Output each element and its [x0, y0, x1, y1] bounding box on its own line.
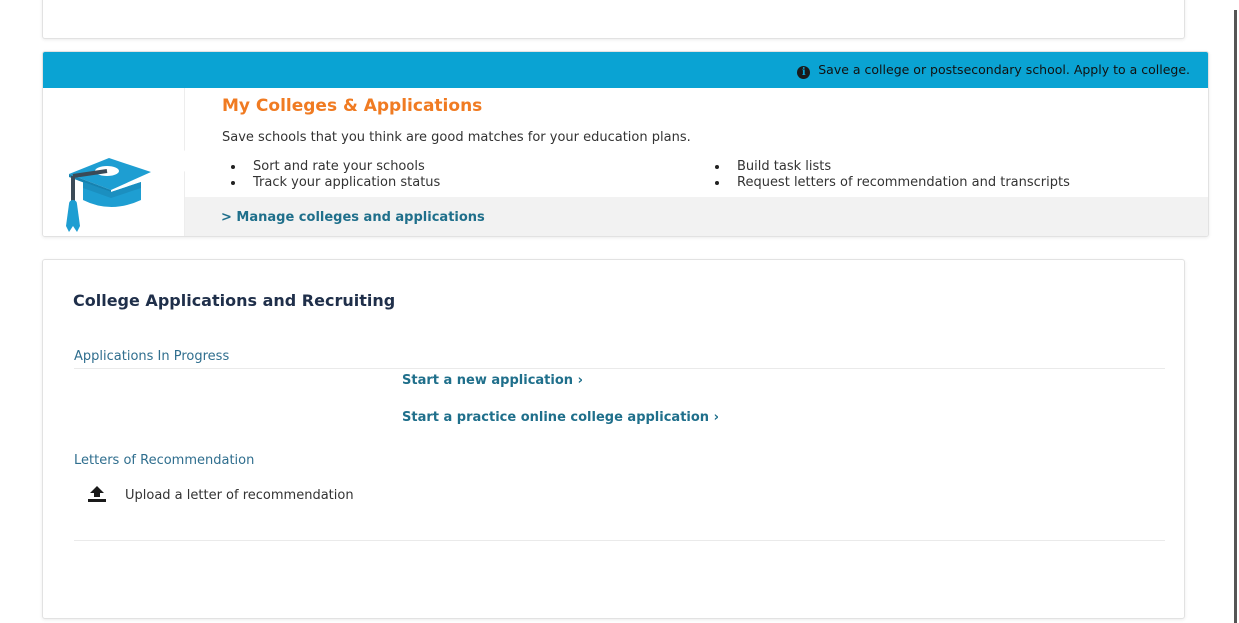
start-new-application-link[interactable]: Start a new application › [402, 373, 583, 388]
top-card [42, 0, 1185, 39]
bullet-item: Build task lists [706, 159, 1070, 175]
manage-colleges-link[interactable]: > Manage colleges and applications [221, 210, 485, 225]
feature-pointer [184, 150, 193, 172]
bullet-item: Request letters of recommendation and tr… [706, 175, 1070, 191]
applications-title: College Applications and Recruiting [73, 291, 396, 310]
feature-title: My Colleges & Applications [222, 96, 483, 116]
upload-icon [88, 486, 106, 502]
divider [74, 368, 1165, 369]
feature-icon-panel [43, 88, 184, 236]
feature-description: Save schools that you think are good mat… [222, 130, 691, 145]
feature-footer: > Manage colleges and applications [185, 197, 1208, 236]
feature-bullets-right: Build task lists Request letters of reco… [706, 159, 1070, 191]
start-practice-application-link[interactable]: Start a practice online college applicat… [402, 410, 719, 425]
graduation-cap-icon [66, 158, 151, 232]
bullet-item: Sort and rate your schools [222, 159, 440, 175]
upload-letter-text[interactable]: Upload a letter of recommendation [125, 488, 354, 503]
applications-card: College Applications and Recruiting Appl… [42, 259, 1185, 619]
feature-bullets-left: Sort and rate your schools Track your ap… [222, 159, 440, 191]
applications-in-progress-label: Applications In Progress [74, 349, 230, 364]
divider [74, 540, 1165, 541]
bullet-item: Track your application status [222, 175, 440, 191]
letters-of-recommendation-label: Letters of Recommendation [74, 453, 255, 468]
my-colleges-card: i Save a college or postsecondary school… [42, 51, 1209, 237]
info-banner: i Save a college or postsecondary school… [43, 52, 1208, 88]
info-banner-text: Save a college or postsecondary school. … [818, 62, 1190, 77]
scrollbar[interactable] [1234, 10, 1237, 623]
info-icon: i [797, 66, 811, 79]
